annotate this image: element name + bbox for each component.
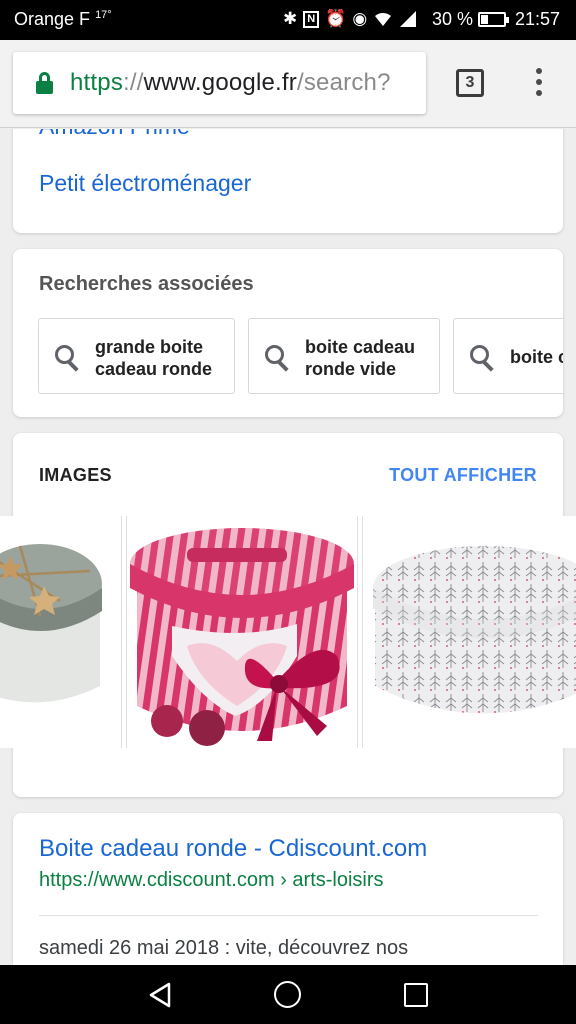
related-search-label: boite c <box>510 346 563 368</box>
url-scheme: https <box>70 69 124 96</box>
see-all-images-link[interactable]: TOUT AFFICHER <box>389 465 537 486</box>
chip-line-1: boite cadeau <box>305 337 416 357</box>
carrier-label: Orange F 17° <box>14 9 112 30</box>
browser-toolbar: https://www.google.fr/search? 3 <box>0 40 576 128</box>
related-search-label: boite cadeau ronde vide <box>305 336 415 380</box>
bluetooth-icon: ✱ <box>283 9 298 28</box>
clock: 21:57 <box>515 9 561 29</box>
tab-switcher-button[interactable]: 3 <box>456 69 484 97</box>
images-section-title: IMAGES <box>39 465 112 485</box>
image-thumbnail[interactable] <box>127 516 357 748</box>
wifi-icon <box>375 12 392 26</box>
lock-icon[interactable] <box>36 72 53 94</box>
related-searches-carousel[interactable]: grande boite cadeau ronde boite cadeau r… <box>38 318 563 396</box>
grey-gift-box-image <box>0 516 121 748</box>
chip-line-2: ronde vide <box>305 359 397 379</box>
result-url[interactable]: https://www.cdiscount.com › arts-loisirs <box>39 869 384 892</box>
nfc-icon: N <box>303 10 320 28</box>
chip-line-1: boite c <box>510 347 563 367</box>
petit-electromenager-link[interactable]: Petit électroménager <box>39 170 251 197</box>
related-searches-title: Recherches associées <box>39 273 254 295</box>
result-snippet: samedi 26 mai 2018 : vite, découvrez nos <box>39 937 409 959</box>
eye-icon: ◉ <box>352 9 368 28</box>
battery-percent: 30 % <box>432 9 474 29</box>
url-text[interactable]: https://www.google.fr/search? <box>70 69 391 97</box>
address-bar[interactable]: https://www.google.fr/search? <box>13 52 426 114</box>
home-icon[interactable] <box>274 981 301 1008</box>
related-search-chip[interactable]: grande boite cadeau ronde <box>38 318 235 394</box>
image-carousel[interactable] <box>0 516 576 748</box>
white-patterned-box-image <box>363 516 576 748</box>
search-icon <box>470 345 494 372</box>
battery-icon <box>478 12 509 27</box>
image-thumbnail[interactable] <box>0 516 121 748</box>
result-title-link[interactable]: Boite cadeau ronde - Cdiscount.com <box>39 835 427 863</box>
overflow-menu-icon[interactable] <box>530 68 548 98</box>
chip-line-2: cadeau ronde <box>95 359 213 379</box>
image-thumbnail[interactable] <box>363 516 576 748</box>
alarm-icon: ⏰ <box>325 9 347 28</box>
search-icon <box>265 345 289 372</box>
search-results[interactable]: Amazon Prime Petit électroménager Recher… <box>0 129 576 965</box>
back-icon[interactable] <box>148 982 172 1008</box>
search-icon <box>55 345 79 372</box>
recent-apps-icon[interactable] <box>404 983 428 1007</box>
carrier-name: Orange F <box>14 9 91 29</box>
search-result-card: Boite cadeau ronde - Cdiscount.com https… <box>13 813 563 965</box>
url-path: /search? <box>296 69 391 96</box>
related-searches-card: Recherches associées grande boite cadeau… <box>13 249 563 417</box>
amazon-prime-link[interactable]: Amazon Prime <box>39 129 190 140</box>
pink-gift-box-image <box>127 516 357 748</box>
temperature: 17° <box>95 9 112 21</box>
system-nav-bar <box>0 965 576 1024</box>
url-separator: :// <box>123 69 144 96</box>
related-search-chip[interactable]: boite cadeau ronde vide <box>248 318 440 394</box>
related-search-label: grande boite cadeau ronde <box>95 336 212 380</box>
divider <box>39 915 538 916</box>
battery-level-fill <box>481 15 488 24</box>
previous-results-card: Amazon Prime Petit électroménager <box>13 129 563 233</box>
signal-icon <box>400 11 417 27</box>
url-host: www.google.fr <box>143 69 297 96</box>
related-search-chip[interactable]: boite c <box>453 318 563 394</box>
chip-line-1: grande boite <box>95 337 204 357</box>
status-bar: Orange F 17° ✱ N ⏰ ◉ 30 % 21:57 <box>0 0 576 40</box>
images-card: IMAGES TOUT AFFICHER <box>0 433 576 797</box>
status-icons: ✱ N ⏰ ◉ <box>283 9 417 29</box>
